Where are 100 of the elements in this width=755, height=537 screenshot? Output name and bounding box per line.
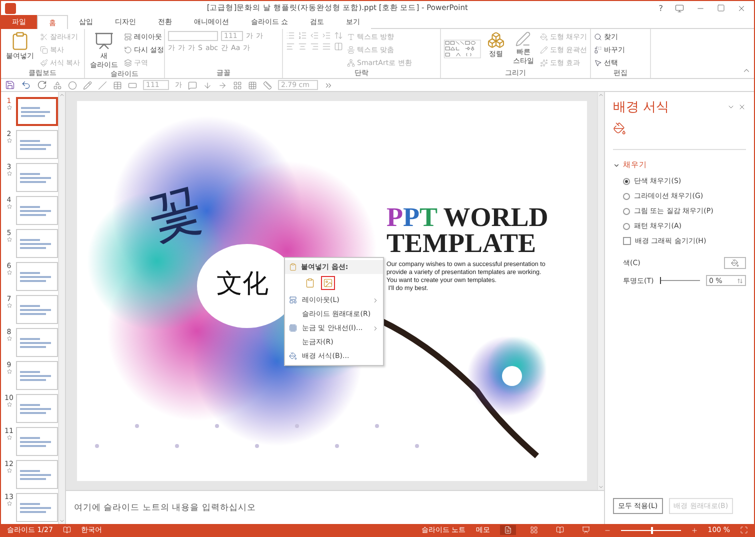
animation-star-icon <box>6 138 12 143</box>
menu-item-icon <box>289 352 297 360</box>
close-icon[interactable] <box>737 4 746 12</box>
copy-icon <box>40 46 48 54</box>
slide-thumbnail[interactable] <box>16 361 58 390</box>
collapse-ribbon-icon[interactable] <box>742 66 751 75</box>
fill-radio[interactable] <box>623 192 630 200</box>
slide-thumbnail[interactable] <box>16 196 58 225</box>
menu-item-icon <box>289 296 297 304</box>
thumbnail-scrollbar[interactable] <box>58 92 65 524</box>
slide-thumbnail[interactable] <box>16 328 58 357</box>
scroll-down-icon[interactable] <box>59 518 65 524</box>
slide-thumbnail[interactable] <box>16 262 58 291</box>
calligraphy-text: 文化 <box>216 268 268 301</box>
slide-thumbnail[interactable] <box>16 229 58 258</box>
slide-title: PPT WORLD <box>386 204 548 230</box>
fill-radio[interactable] <box>623 208 630 214</box>
help-button[interactable]: ? <box>658 4 663 12</box>
animation-star-icon <box>6 468 12 473</box>
slide-thumbnail[interactable] <box>16 493 58 522</box>
justify-icon[interactable] <box>322 42 331 51</box>
slide-thumbnail[interactable] <box>16 295 58 324</box>
save-icon[interactable] <box>5 80 15 90</box>
line-spacing-icon[interactable] <box>334 31 343 40</box>
layout-icon <box>124 32 132 40</box>
paste-option-button[interactable] <box>303 276 317 290</box>
down-arrow-icon[interactable] <box>203 80 212 90</box>
fill-bucket-icon[interactable] <box>613 122 626 135</box>
scroll-down-icon[interactable] <box>598 484 604 490</box>
color-picker-button[interactable] <box>724 257 746 269</box>
zoom-in-icon[interactable] <box>690 526 698 534</box>
callout-icon[interactable] <box>188 80 197 90</box>
pencil-icon <box>540 46 548 54</box>
text-align-icon <box>347 46 355 54</box>
paint-bucket-icon <box>731 259 739 267</box>
undo-icon[interactable] <box>21 80 31 90</box>
expanded-icon[interactable] <box>613 162 620 168</box>
scissors-icon <box>40 32 48 40</box>
view-icon <box>556 526 564 534</box>
slide-thumbnail[interactable] <box>16 427 58 456</box>
pane-options-icon[interactable] <box>727 103 735 111</box>
animation-star-icon <box>6 336 12 341</box>
fill-radio[interactable] <box>623 178 630 184</box>
redo-icon[interactable] <box>37 80 47 90</box>
cursor-icon <box>594 58 602 66</box>
arrange-icon <box>486 31 505 49</box>
slide-thumbnail[interactable] <box>16 163 58 192</box>
indent-decrease-icon[interactable] <box>310 31 319 40</box>
calligraphy-text: 꽃 <box>138 174 211 254</box>
line-icon[interactable] <box>98 80 107 90</box>
close-icon[interactable] <box>738 103 746 111</box>
rectangle-icon[interactable] <box>128 80 137 90</box>
animation-star-icon <box>6 435 12 440</box>
slide-thumbnail[interactable] <box>16 97 58 126</box>
animation-star-icon <box>6 270 12 275</box>
hide-graphics-checkbox[interactable] <box>623 237 631 245</box>
display-options-icon[interactable] <box>675 4 684 12</box>
circle-icon[interactable] <box>68 80 77 90</box>
align-center-icon[interactable] <box>298 42 307 51</box>
fill-radio[interactable] <box>623 222 630 230</box>
paste-option-button[interactable] <box>321 276 335 290</box>
table-icon[interactable] <box>113 80 122 90</box>
animation-star-icon <box>6 369 12 374</box>
clipboard-icon <box>305 278 315 288</box>
slide-icon <box>94 31 114 51</box>
slide-thumbnail[interactable] <box>16 130 58 159</box>
pane-title: 배경 서식 <box>613 99 670 116</box>
app-logo-icon <box>5 2 16 14</box>
table-grid-icon[interactable] <box>248 80 257 90</box>
search-icon <box>594 32 602 40</box>
ruler-icon[interactable] <box>263 80 272 90</box>
slide-thumbnail[interactable] <box>16 394 58 423</box>
animation-star-icon <box>6 105 12 110</box>
align-right-icon[interactable] <box>310 42 319 51</box>
view-button[interactable] <box>500 525 516 535</box>
reset-icon <box>124 46 132 54</box>
view-icon <box>504 526 512 534</box>
font-name-field[interactable] <box>168 31 218 41</box>
indent-increase-icon[interactable] <box>322 31 331 40</box>
pencil-icon[interactable] <box>83 80 92 90</box>
maximize-icon[interactable] <box>717 4 725 12</box>
columns-icon[interactable] <box>334 42 343 51</box>
layers-icon <box>124 58 132 66</box>
scroll-up-icon[interactable] <box>598 92 604 98</box>
pen-icon <box>515 31 532 47</box>
slide-thumbnail[interactable] <box>16 460 58 489</box>
view-icon <box>530 526 538 534</box>
scroll-up-icon[interactable] <box>59 92 65 98</box>
align-left-icon[interactable] <box>286 42 295 51</box>
spinner-icon <box>737 278 743 284</box>
bullets-icon[interactable] <box>286 31 295 40</box>
fit-slide-icon[interactable] <box>740 526 748 534</box>
animation-star-icon <box>6 237 12 242</box>
slide-scrollbar[interactable] <box>597 92 604 490</box>
numbering-icon[interactable] <box>298 31 307 40</box>
zoom-thumb[interactable] <box>650 526 653 534</box>
grid-icon[interactable] <box>233 80 242 90</box>
more-icon[interactable] <box>324 80 333 90</box>
right-arrow-icon[interactable] <box>218 80 227 90</box>
shapes-icon[interactable] <box>53 80 62 90</box>
